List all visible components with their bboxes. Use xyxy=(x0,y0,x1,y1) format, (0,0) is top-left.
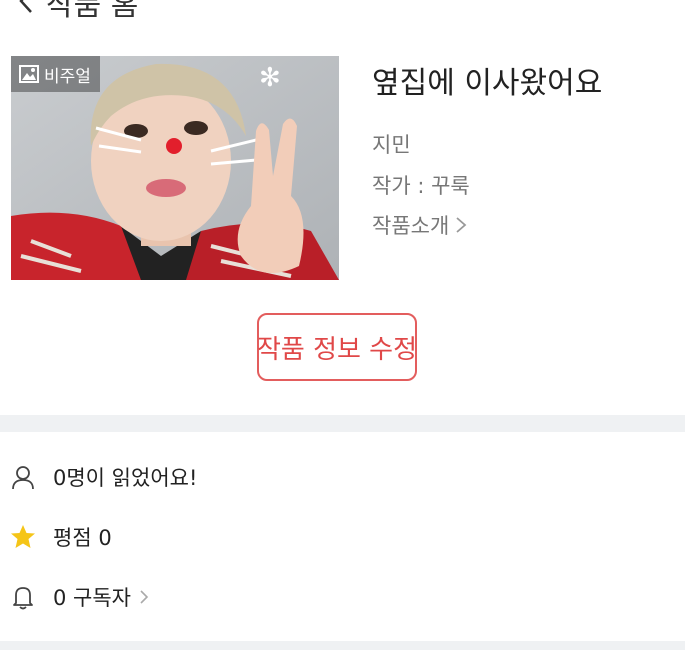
readers-count: 0명이 읽었어요! xyxy=(53,466,198,490)
section-divider xyxy=(0,415,685,432)
rating-value: 평점 0 xyxy=(53,526,112,550)
chevron-right-icon xyxy=(456,217,467,233)
work-intro-label: 작품소개 xyxy=(372,214,450,238)
badge-label: 비주얼 xyxy=(44,66,91,87)
section-divider xyxy=(0,641,685,650)
work-author: 지민 xyxy=(372,133,411,157)
subscribers-count: 0 구독자 xyxy=(53,586,131,610)
subscribers-row[interactable]: 0 구독자 xyxy=(10,582,149,612)
work-writer: 작가 : 꾸룩 xyxy=(372,174,470,198)
chevron-left-icon[interactable] xyxy=(14,0,40,14)
work-title: 옆집에 이사왔어요 xyxy=(372,66,603,101)
bell-icon xyxy=(13,587,33,610)
work-intro-link[interactable]: 작품소개 xyxy=(372,210,467,240)
edit-work-info-button[interactable]: 작품 정보 수정 xyxy=(257,313,417,381)
image-icon xyxy=(19,65,39,83)
svg-text:✻: ✻ xyxy=(259,63,281,93)
star-icon xyxy=(11,525,35,548)
page-title: 작품 홈 xyxy=(46,0,139,20)
chevron-right-icon xyxy=(140,590,149,604)
visual-badge: 비주얼 xyxy=(11,56,100,92)
rating-row: 평점 0 xyxy=(10,522,112,552)
header: 작품 홈 xyxy=(0,0,685,20)
readers-row: 0명이 읽었어요! xyxy=(10,462,197,492)
person-icon xyxy=(12,466,34,490)
